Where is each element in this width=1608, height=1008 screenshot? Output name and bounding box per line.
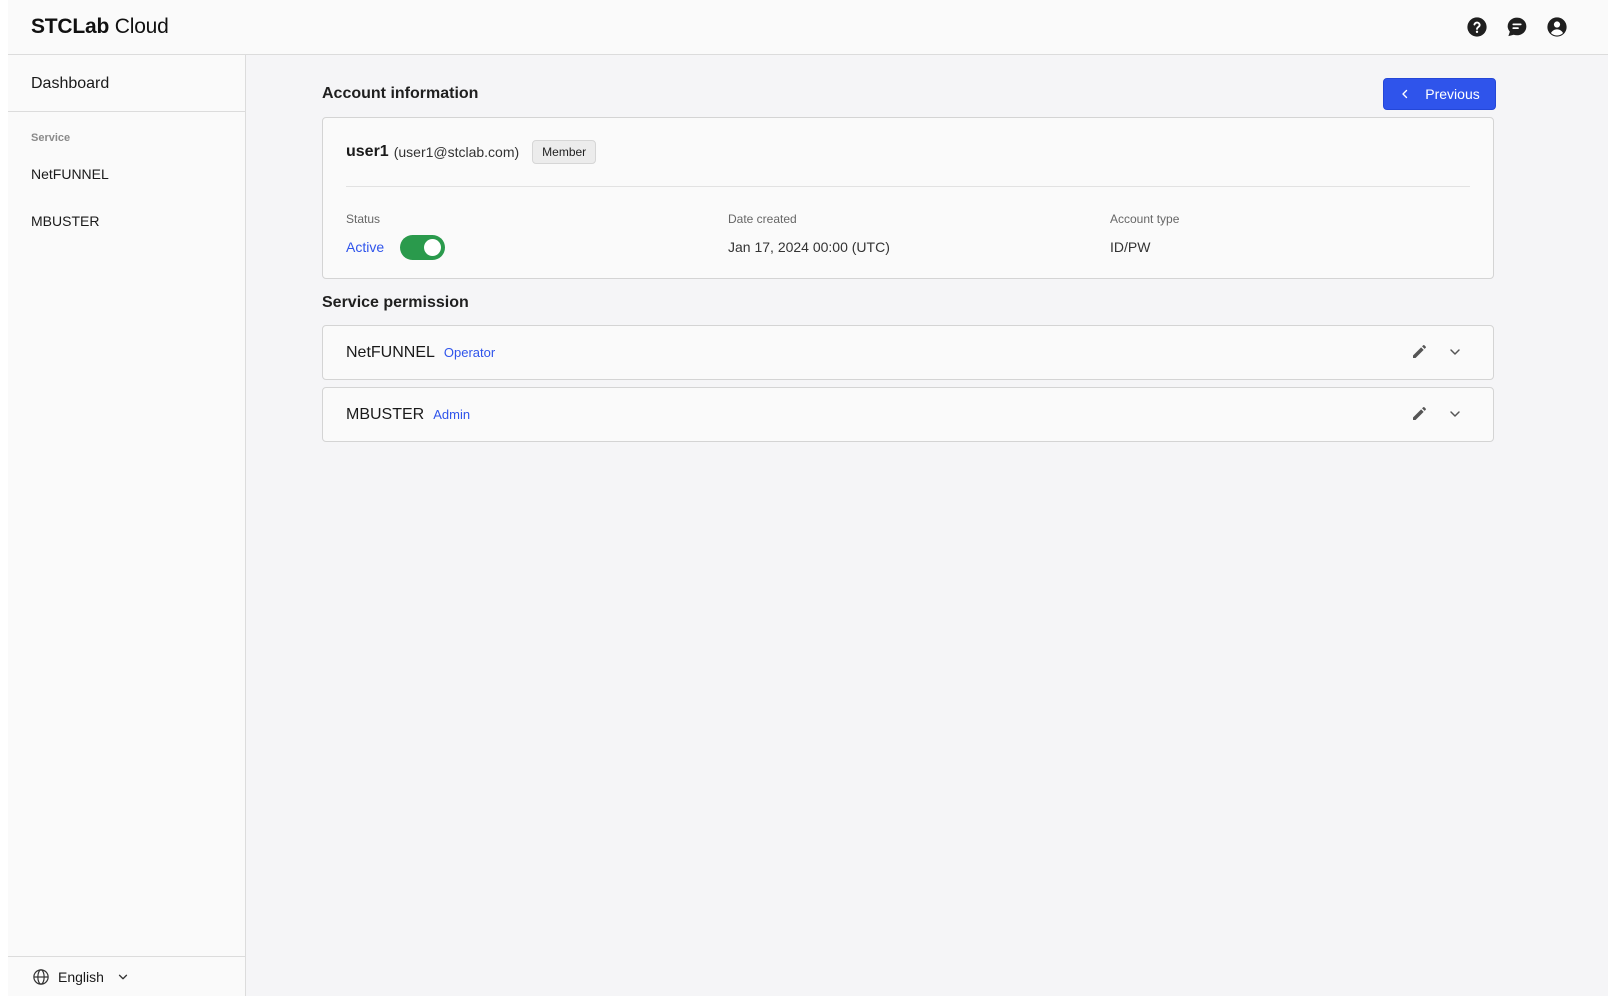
account-card: user1 (user1@stclab.com) Member Status A… (322, 117, 1494, 279)
globe-icon (33, 968, 49, 985)
help-icon[interactable] (1466, 16, 1488, 38)
logo-brand: STCLab (31, 15, 110, 38)
status-field: Status Active (346, 212, 446, 260)
top-bar: STCLab Cloud (8, 0, 1608, 55)
service-permission-title: Service permission (322, 294, 469, 311)
permission-role: Operator (443, 345, 496, 360)
chevron-left-icon (1402, 89, 1408, 99)
status-toggle[interactable] (400, 234, 446, 260)
app-frame: STCLab Cloud Dashboard Service NetFUNNEL (8, 0, 1608, 996)
account-info-title: Account information (322, 85, 479, 102)
chevron-down-icon (118, 974, 128, 979)
sidebar-item-dashboard[interactable]: Dashboard (8, 55, 245, 112)
account-type-value: ID/PW (1110, 239, 1151, 255)
logo[interactable]: STCLab Cloud (31, 15, 169, 39)
user-email: (user1@stclab.com) (393, 144, 520, 160)
chevron-down-icon[interactable] (1447, 406, 1463, 422)
account-icon[interactable] (1546, 16, 1568, 38)
user-row: user1 (user1@stclab.com) Member (346, 140, 597, 164)
pencil-icon[interactable] (1411, 406, 1427, 422)
previous-button[interactable]: Previous (1383, 78, 1496, 110)
status-value: Active (346, 239, 385, 255)
top-icons (1466, 16, 1568, 38)
sidebar-section-label: Service (31, 132, 71, 144)
logo-product: Cloud (109, 15, 169, 38)
permission-row-netfunnel[interactable]: NetFUNNEL Operator (322, 325, 1494, 380)
sidebar-item-mbuster[interactable]: MBUSTER (8, 197, 245, 245)
permission-role: Admin (433, 407, 471, 422)
status-label: Status (346, 212, 381, 226)
date-created-value: Jan 17, 2024 00:00 (UTC) (728, 239, 890, 255)
divider (346, 186, 1470, 187)
language-label: English (58, 968, 104, 985)
previous-label: Previous (1425, 86, 1480, 102)
permission-service-name: MBUSTER (346, 405, 425, 423)
permission-service-name: NetFUNNEL (346, 343, 435, 361)
sidebar: Dashboard Service NetFUNNEL MBUSTER Engl… (8, 55, 246, 996)
language-selector[interactable]: English (8, 956, 245, 996)
date-created-label: Date created (728, 212, 797, 226)
chevron-down-icon[interactable] (1447, 344, 1463, 360)
username: user1 (346, 143, 389, 160)
pencil-icon[interactable] (1411, 344, 1427, 360)
account-type-label: Account type (1110, 212, 1180, 226)
toggle-knob (424, 238, 442, 256)
role-badge: Member (532, 140, 597, 164)
permission-row-mbuster[interactable]: MBUSTER Admin (322, 387, 1494, 442)
date-created-field: Date created Jan 17, 2024 00:00 (UTC) (728, 212, 890, 259)
sidebar-item-netfunnel[interactable]: NetFUNNEL (8, 151, 245, 197)
account-type-field: Account type ID/PW (1110, 212, 1179, 259)
chat-icon[interactable] (1506, 16, 1528, 38)
